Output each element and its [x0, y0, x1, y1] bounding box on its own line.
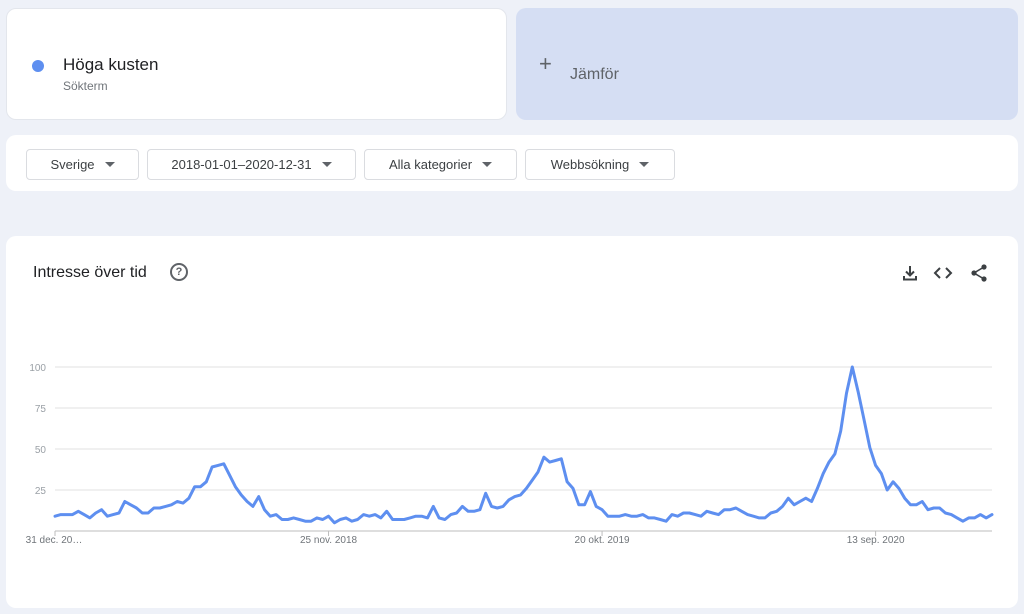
series-line	[53, 365, 994, 525]
interest-line-chart: 25 50 75 100 31 dec. 20… 25 nov. 2018 20 okt. …	[26, 363, 994, 546]
category-dropdown[interactable]: Alla kategorier	[364, 149, 517, 180]
x-tick-label: 20 okt. 2019	[575, 535, 630, 546]
caret-down-icon	[639, 162, 650, 167]
x-tick-label: 25 nov. 2018	[300, 535, 358, 546]
x-tick-label: 31 dec. 20…	[26, 535, 83, 546]
x-tick-label: 13 sep. 2020	[847, 535, 905, 546]
search-type-dropdown[interactable]: Webbsökning	[525, 149, 675, 180]
caret-down-icon	[104, 162, 115, 167]
plus-icon: +	[539, 51, 552, 76]
caret-down-icon	[482, 162, 493, 167]
region-dropdown[interactable]: Sverige	[26, 149, 139, 180]
search-term-name[interactable]: Höga kusten	[63, 55, 158, 75]
y-tick-label: 25	[35, 486, 47, 497]
filter-bar: Sverige 2018-01-01–2020-12-31 Alla kateg…	[6, 135, 1018, 191]
compare-button[interactable]: + Jämför	[516, 8, 1018, 120]
series-color-dot	[32, 60, 44, 72]
category-dropdown-label: Alla kategorier	[388, 157, 473, 172]
search-type-dropdown-label: Webbsökning	[550, 157, 630, 172]
compare-label: Jämför	[570, 66, 619, 83]
date-range-dropdown[interactable]: 2018-01-01–2020-12-31	[147, 149, 356, 180]
region-dropdown-label: Sverige	[50, 157, 95, 172]
y-tick-label: 75	[35, 404, 47, 415]
date-range-dropdown-label: 2018-01-01–2020-12-31	[171, 157, 312, 172]
interest-over-time-card: Intresse över tid ? 25 50 75 100 31 dec. 20……	[6, 236, 1018, 608]
search-term-type: Sökterm	[63, 79, 108, 93]
y-tick-label: 100	[29, 363, 46, 374]
search-term-card[interactable]: Höga kusten Sökterm	[6, 8, 507, 120]
caret-down-icon	[321, 162, 332, 167]
y-tick-label: 50	[35, 445, 47, 456]
